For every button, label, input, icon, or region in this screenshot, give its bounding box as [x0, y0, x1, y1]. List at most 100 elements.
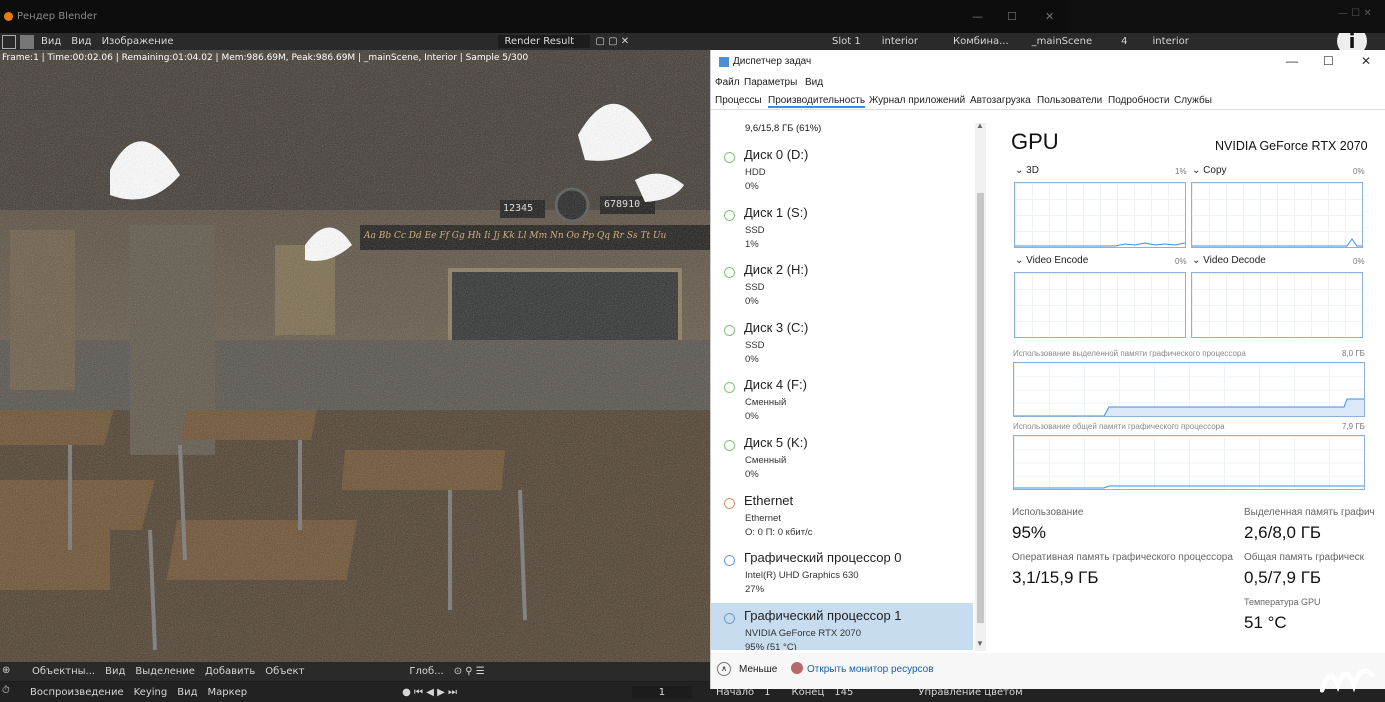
image-editor-header: Вид Вид Изображение Render Result ▢ ▢ ✕ [0, 33, 710, 50]
menu-view-tm[interactable]: Вид [805, 77, 823, 88]
watermark-logo [1320, 668, 1375, 693]
render-icon[interactable] [768, 35, 782, 49]
sidebar-item-disk[interactable]: Диск 1 (S:) SSD 1% [711, 200, 973, 257]
sidebar-item-name: Графический процессор 1 [744, 608, 902, 623]
sidebar-item-type: NVIDIA GeForce RTX 2070 [745, 628, 861, 639]
minimize-icon[interactable]: — [972, 10, 983, 23]
maximize-icon[interactable]: ☐ [1007, 10, 1017, 23]
taskmgr-close-icon[interactable]: ✕ [1361, 54, 1371, 68]
scene-name[interactable]: _mainScene [1032, 36, 1092, 47]
close-icon[interactable]: ✕ [1045, 10, 1054, 23]
fewer-details-link[interactable]: Меньше [739, 664, 777, 675]
timeline-editor-icon[interactable]: ⏱ [2, 685, 16, 699]
menu-options[interactable]: Параметры [744, 77, 797, 88]
menu-view-3[interactable]: Вид [105, 666, 125, 677]
tab-performance[interactable]: Производительность [768, 95, 866, 108]
sidebar-item-name: Диск 2 (H:) [744, 262, 809, 277]
sidebar-item-value: 0% [745, 469, 759, 480]
viewport-header: ⊕ Объектны... Вид Выделение Добавить Объ… [0, 662, 710, 681]
image-icon[interactable] [20, 34, 34, 49]
window-control-icon[interactable]: — ☐ ✕ [1338, 8, 1372, 19]
sidebar-item-disk[interactable]: Диск 4 (F:) Сменный 0% [711, 372, 973, 429]
marker-menu[interactable]: Маркер [207, 687, 247, 698]
sidebar-item-gpu[interactable]: Графический процессор 1 NVIDIA GeForce RT… [711, 603, 973, 650]
timeline-view-menu[interactable]: Вид [177, 687, 197, 698]
menu-file[interactable]: Файл [715, 77, 740, 88]
view-layer-select[interactable]: Комбина... [953, 36, 1009, 47]
sidebar-item-disk[interactable]: Диск 3 (C:) SSD 0% [711, 315, 973, 372]
sidebar-item-type: HDD [745, 167, 766, 178]
tab-details[interactable]: Подробности [1108, 95, 1169, 106]
sidebar-item-disk[interactable]: Диск 2 (H:) SSD 0% [711, 257, 973, 314]
sidebar-item-name: Диск 5 (K:) [744, 435, 808, 450]
taskmgr-maximize-icon[interactable]: ☐ [1323, 54, 1334, 68]
sidebar-item-value: 1% [745, 239, 759, 250]
slot-select[interactable]: Slot 1 [832, 36, 861, 47]
render-image [0, 50, 710, 663]
engine-encode-label[interactable]: ⌄ Video Encode [1015, 255, 1088, 266]
sidebar-item-disk[interactable]: Диск 0 (D:) HDD 0% [711, 142, 973, 199]
image-name-field[interactable]: Render Result [498, 35, 591, 48]
engine-3d-label[interactable]: ⌄ 3D [1015, 165, 1039, 176]
tab-startup[interactable]: Автозагрузка [970, 95, 1031, 106]
menu-view[interactable]: Вид [41, 36, 61, 47]
render-header-right: Slot 1 interior Комбина... _mainScene 4 … [710, 33, 1385, 50]
gpu-title: GPU [1011, 129, 1059, 154]
status-dot-icon [724, 498, 735, 509]
image-browse-icon[interactable] [478, 35, 492, 49]
menu-view-2[interactable]: Вид [71, 36, 91, 47]
engine-decode-graph [1191, 272, 1363, 338]
sidebar-item-gpu[interactable]: Графический процессор 0 Intel(R) UHD Grap… [711, 545, 973, 602]
engine-decode-label[interactable]: ⌄ Video Decode [1192, 255, 1266, 266]
menu-select[interactable]: Выделение [135, 666, 195, 677]
status-dot-icon [724, 267, 735, 278]
editor-type-icon[interactable] [2, 34, 16, 49]
shared-memory-graph [1013, 435, 1365, 490]
open-resource-monitor-link[interactable]: Открыть монитор ресурсов [807, 664, 934, 675]
image-actions-icon[interactable]: ▢ ▢ ✕ [595, 36, 629, 47]
transform-orientation[interactable]: Глоб... [409, 666, 443, 677]
info-icon[interactable]: i [1337, 33, 1367, 50]
render-view[interactable]: 12345 678910 Aa Bb Cc Dd Ee Ff Gg Hh Ii … [0, 50, 710, 663]
status-dot-icon [724, 555, 735, 566]
sidebar-item-type: SSD [745, 282, 765, 293]
collapse-icon[interactable]: ∧ [717, 662, 731, 676]
editor-type-icon-2[interactable]: ⊕ [2, 665, 16, 679]
layer-select[interactable]: interior [882, 36, 918, 47]
menu-object[interactable]: Объект [265, 666, 304, 677]
playback-menu[interactable]: Воспроизведение [30, 687, 124, 698]
playback-controls-icon[interactable]: ● ⏮ ◀ ▶ ⏭ [402, 687, 457, 698]
sidebar-item-net[interactable]: Ethernet Ethernet О: 0 П: 0 кбит/с [711, 488, 973, 545]
stat-usage-value: 95% [1012, 523, 1047, 542]
scene-number-left: 12345 [503, 203, 534, 214]
mode-select[interactable]: Объектны... [32, 666, 95, 677]
tab-users[interactable]: Пользователи [1037, 95, 1102, 106]
menu-image[interactable]: Изображение [102, 36, 174, 47]
render-status-text: Frame:1 | Time:00:02.06 | Remaining:01:0… [2, 53, 529, 63]
engine-encode-pct: 0% [1175, 257, 1187, 266]
engine-copy-label[interactable]: ⌄ Copy [1192, 165, 1227, 176]
menu-add[interactable]: Добавить [205, 666, 255, 677]
keying-menu[interactable]: Keying [134, 687, 168, 698]
scene-count: 4 [1121, 36, 1128, 47]
sidebar-item-name: Диск 0 (D:) [744, 147, 809, 162]
view-icon[interactable] [786, 35, 800, 49]
sidebar-scrollbar[interactable]: ▲ ▼ [975, 121, 986, 651]
tab-services[interactable]: Службы [1174, 95, 1212, 106]
snap-icon[interactable]: ⊙ ⚲ ☰ [454, 666, 485, 677]
taskmgr-title: Диспетчер задач [733, 56, 812, 67]
taskmgr-minimize-icon[interactable]: — [1286, 54, 1298, 68]
dedicated-memory-graph [1013, 362, 1365, 417]
sidebar-item-type: Сменный [745, 455, 787, 466]
tab-processes[interactable]: Процессы [715, 95, 762, 106]
sidebar-item-disk[interactable]: Диск 5 (K:) Сменный 0% [711, 430, 973, 487]
current-frame[interactable]: 1 [631, 685, 692, 699]
sidebar-item-value: 95% (51 °C) [745, 642, 797, 650]
status-dot-icon [724, 325, 735, 336]
stat-usage-label: Использование [1012, 507, 1084, 518]
tab-app-history[interactable]: Журнал приложений [869, 95, 965, 106]
layer-name[interactable]: interior [1153, 36, 1189, 47]
sidebar-item-value: 0% [745, 411, 759, 422]
sidebar-item-type: Сменный [745, 397, 787, 408]
stat-gpu-ram-label: Оперативная память графического процессо… [1012, 552, 1233, 563]
